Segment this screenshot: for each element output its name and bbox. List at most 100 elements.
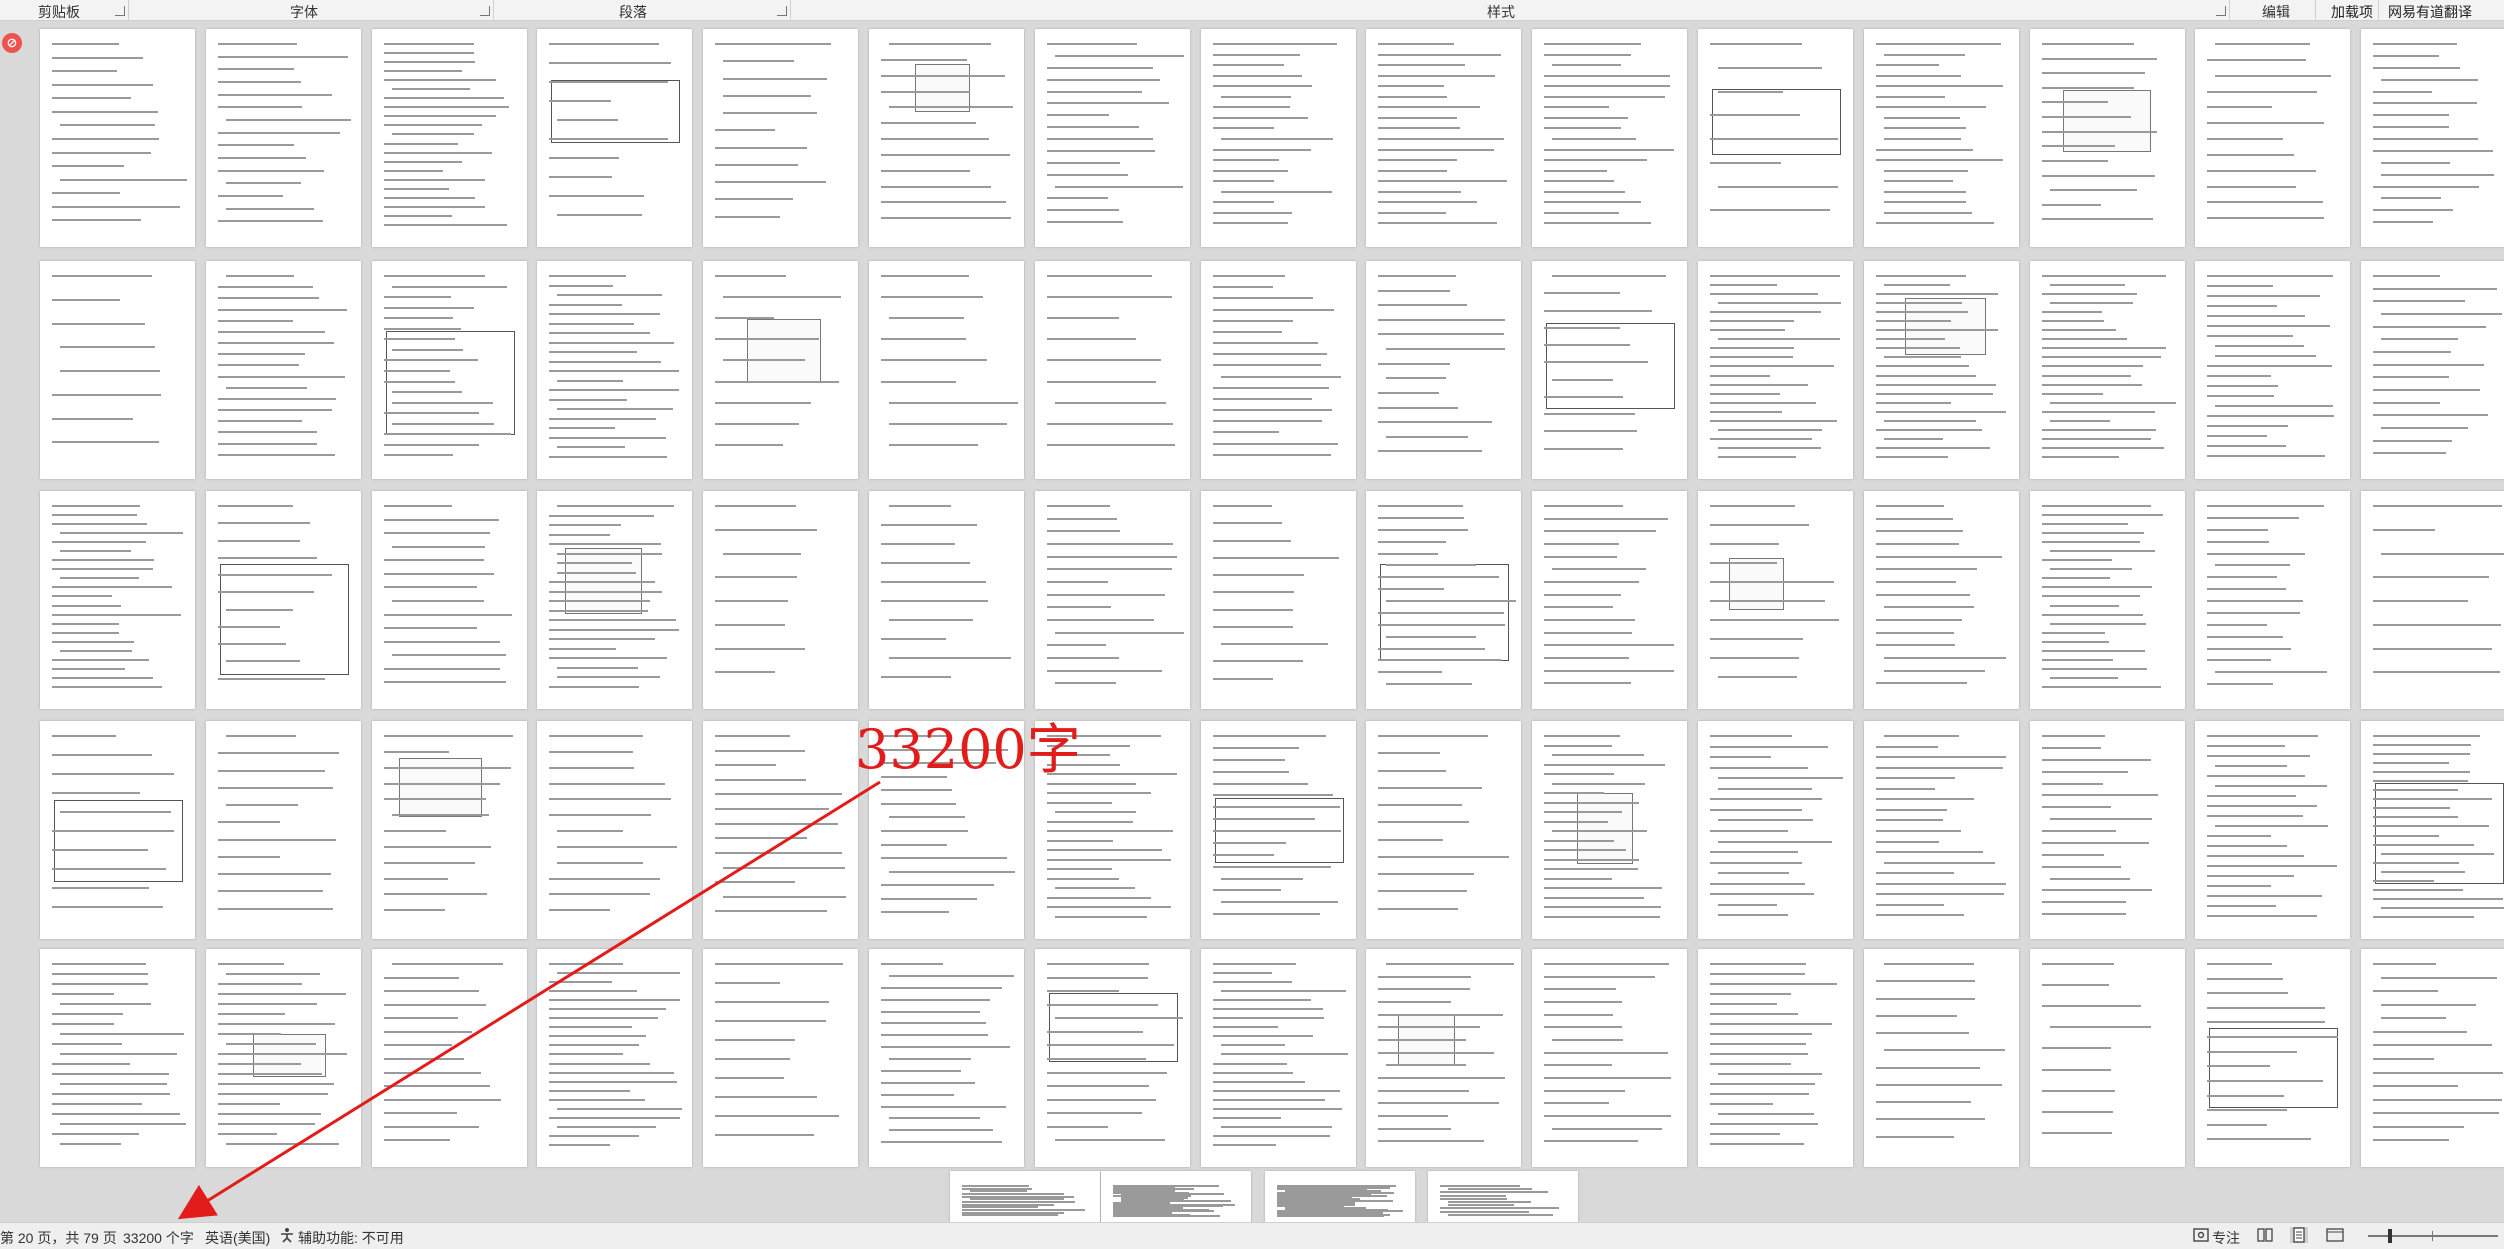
document-page-thumbnail[interactable] [703,491,859,709]
document-page-thumbnail[interactable] [1698,491,1853,709]
document-page-thumbnail[interactable] [1532,29,1688,247]
document-page-thumbnail[interactable] [40,491,195,709]
document-page-thumbnail[interactable] [1101,1171,1251,1222]
document-page-thumbnail[interactable] [2029,721,2185,939]
document-page-thumbnail[interactable] [1200,949,1356,1167]
document-page-thumbnail[interactable] [205,261,361,479]
document-page-thumbnail[interactable] [1200,29,1356,247]
document-page-thumbnail[interactable] [537,261,693,479]
document-page-thumbnail[interactable] [1698,949,1853,1167]
document-page-thumbnail[interactable] [703,29,859,247]
document-page-thumbnail[interactable] [2195,949,2351,1167]
document-page-thumbnail[interactable] [703,721,859,939]
word-count[interactable]: 33200 个字 [123,1228,194,1248]
document-page-thumbnail[interactable] [2361,949,2504,1167]
document-page-thumbnail[interactable] [1863,721,2019,939]
addins-button[interactable]: 加载项 [2331,2,2373,22]
document-page-thumbnail[interactable] [40,721,195,939]
document-page-thumbnail[interactable] [2361,261,2504,479]
clipboard-launcher-icon[interactable] [115,6,125,16]
document-page-thumbnail[interactable] [1532,491,1688,709]
document-page-thumbnail[interactable] [703,949,859,1167]
youdao-translate-button[interactable]: 网易有道翻译 [2388,2,2472,22]
red-circle-badge-icon[interactable]: ⊘ [2,33,22,53]
document-page-thumbnail[interactable] [371,29,527,247]
document-page-thumbnail[interactable] [2361,721,2504,939]
document-page-thumbnail[interactable] [537,721,693,939]
document-page-thumbnail[interactable] [1863,29,2019,247]
document-page-thumbnail[interactable] [1366,261,1522,479]
document-page-thumbnail[interactable] [2029,29,2185,247]
document-page-thumbnail[interactable] [1532,949,1688,1167]
document-page-thumbnail[interactable] [537,491,693,709]
document-page-thumbnail[interactable] [371,721,527,939]
document-page-thumbnail[interactable] [703,261,859,479]
read-mode-icon[interactable] [2256,1227,2274,1243]
document-page-thumbnail[interactable] [869,261,1024,479]
document-page-thumbnail[interactable] [40,29,195,247]
document-page-thumbnail[interactable] [205,29,361,247]
document-page-thumbnail[interactable] [1863,949,2019,1167]
page-indicator[interactable]: 第 20 页，共 79 页 [0,1228,117,1248]
document-page-thumbnail[interactable] [537,949,693,1167]
document-page-thumbnail[interactable] [2195,721,2351,939]
document-page-thumbnail[interactable] [1034,261,1190,479]
document-page-thumbnail[interactable] [1366,949,1522,1167]
document-page-thumbnail[interactable] [1034,29,1190,247]
document-page-thumbnail[interactable] [40,949,195,1167]
document-page-thumbnail[interactable] [205,721,361,939]
document-page-thumbnail[interactable] [537,29,693,247]
document-page-thumbnail[interactable] [869,29,1024,247]
document-page-thumbnail[interactable] [1863,261,2019,479]
document-page-thumbnail[interactable] [1366,29,1522,247]
document-page-thumbnail[interactable] [1200,261,1356,479]
document-page-thumbnail[interactable] [371,491,527,709]
document-page-thumbnail[interactable] [2195,491,2351,709]
styles-launcher-icon[interactable] [2216,6,2226,16]
document-page-thumbnail[interactable] [1200,721,1356,939]
document-page-thumbnail[interactable] [2029,491,2185,709]
document-page-thumbnail[interactable] [1428,1171,1578,1222]
document-page-thumbnail[interactable] [1532,721,1688,939]
font-launcher-icon[interactable] [480,6,490,16]
accessibility-status[interactable]: 辅助功能: 不可用 [298,1228,404,1248]
document-page-thumbnail[interactable] [1200,491,1356,709]
document-page-thumbnail[interactable] [1532,261,1688,479]
document-page-thumbnail[interactable] [1698,261,1853,479]
zoom-slider-thumb[interactable] [2388,1229,2392,1243]
document-page-thumbnail[interactable] [2029,949,2185,1167]
document-page-thumbnail[interactable] [2195,261,2351,479]
language-indicator[interactable]: 英语(美国) [205,1228,270,1248]
document-page-thumbnail[interactable] [40,261,195,479]
text-line-placeholder [1552,138,1637,140]
document-page-thumbnail[interactable] [205,949,361,1167]
document-page-thumbnail[interactable] [1034,949,1190,1167]
document-page-thumbnail[interactable] [2361,29,2504,247]
document-page-thumbnail[interactable] [1698,29,1853,247]
focus-mode-button[interactable]: 专注 [2212,1228,2240,1248]
document-page-thumbnail[interactable] [869,949,1024,1167]
document-multipage-view[interactable] [0,21,2504,1222]
text-line-placeholder [549,657,668,659]
document-page-thumbnail[interactable] [1698,721,1853,939]
document-page-thumbnail[interactable] [1366,721,1522,939]
document-page-thumbnail[interactable] [205,491,361,709]
document-page-thumbnail[interactable] [1366,491,1522,709]
document-page-thumbnail[interactable] [371,261,527,479]
document-page-thumbnail[interactable] [869,491,1024,709]
document-page-thumbnail[interactable] [1265,1171,1415,1222]
paragraph-launcher-icon[interactable] [777,6,787,16]
web-layout-icon[interactable] [2326,1227,2344,1243]
document-page-thumbnail[interactable] [2195,29,2351,247]
document-page-thumbnail[interactable] [1863,491,2019,709]
document-page-thumbnail[interactable] [371,949,527,1167]
document-page-thumbnail[interactable] [1034,491,1190,709]
text-line-placeholder [1544,361,1648,364]
text-line-placeholder [1212,64,1285,67]
document-page-thumbnail[interactable] [950,1171,1100,1222]
document-page-thumbnail[interactable] [2361,491,2504,709]
document-page-thumbnail[interactable] [2029,261,2185,479]
zoom-slider[interactable] [2368,1229,2498,1243]
print-layout-icon[interactable] [2290,1227,2308,1243]
focus-icon[interactable] [2192,1227,2210,1243]
